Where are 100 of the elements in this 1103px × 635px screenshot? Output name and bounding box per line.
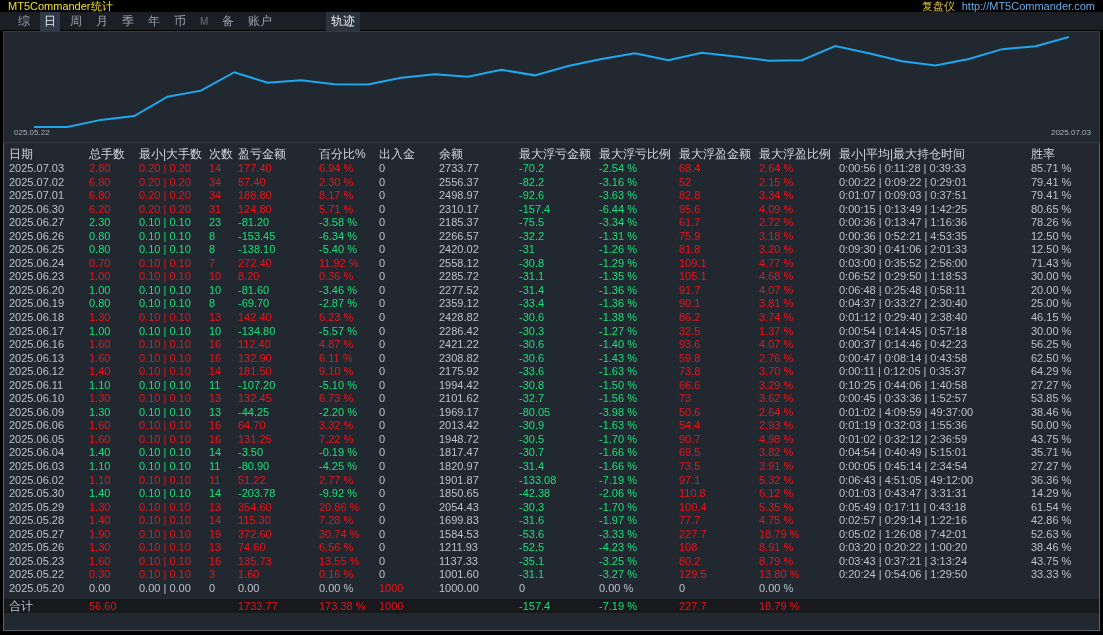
float-profit-pct-cell-text: 6.12 % (759, 487, 795, 501)
deposit-cell-text: 0 (379, 392, 387, 406)
float-profit-cell-text: 108 (679, 541, 699, 555)
float-profit-cell-text: 69.5 (679, 446, 702, 461)
deposit-cell-text: 0 (379, 365, 387, 379)
deposit-cell-text: 0 (379, 202, 387, 217)
deposit-cell-text: 0 (379, 283, 387, 298)
deposit-cell-text: 0 (379, 446, 387, 461)
deposit-cell-text: 0 (379, 270, 387, 284)
hold-time-cell-text: 0:06:52 | 0:29:50 | 1:18:53 (839, 270, 969, 284)
balance-cell-text: 1211.93 (439, 541, 479, 555)
win-rate-cell-text: 42.86 % (1031, 514, 1073, 528)
period-tab[interactable]: 日 (40, 11, 60, 31)
profit-cell-text: -80.90 (238, 460, 271, 474)
float-loss-pct-cell-text: -1.40 % (599, 338, 638, 352)
balance-cell-text: 2359.12 (439, 297, 480, 311)
date-cell-text: 2025.06.02 (9, 473, 66, 488)
period-tab[interactable]: 备 (218, 11, 239, 31)
profit-cell-text: 8.20 (238, 270, 261, 284)
lots-cell-text: 1.00 (89, 283, 112, 298)
float-profit-pct-cell-text: 13.80 % (759, 568, 801, 582)
period-tab[interactable]: 账户 (244, 11, 277, 31)
lots-cell-text: 2.80 (89, 162, 112, 176)
count-cell-text: 14 (209, 446, 223, 461)
lot-range-cell-text: 0.10 | 0.10 (139, 419, 192, 433)
count-cell-text: 8 (209, 243, 217, 257)
count-cell-text: 16 (209, 419, 223, 433)
float-loss-pct-cell-text: -1.97 % (599, 514, 638, 528)
period-tab[interactable]: 周 (66, 11, 86, 31)
period-tab[interactable]: 年 (144, 11, 164, 31)
float-loss-pct-cell-text: -1.70 % (599, 432, 638, 447)
float-profit-cell-text: 73 (679, 392, 693, 406)
float-profit-cell-text: 54.4 (679, 419, 702, 433)
float-profit-pct-cell-text: 3.62 % (759, 392, 795, 406)
percent-cell-text: 2.30 % (319, 175, 355, 190)
hold-time-cell-text: 0:00:11 | 0:12:05 | 0:35:37 (839, 365, 968, 379)
percent-cell-text: 4.87 % (319, 338, 355, 352)
start-date-label: 025.05.22 (14, 128, 50, 137)
hold-time-cell-text: 0:02:57 | 0:29:14 | 1:22:16 (839, 514, 969, 528)
lots-cell-text: 1.30 (89, 311, 112, 325)
balance-cell-text: 2498.97 (439, 189, 480, 203)
deposit-cell-text: 0 (379, 256, 387, 271)
float-loss-pct-cell-text: -3.63 % (599, 189, 638, 203)
deposit-cell-text: 0 (379, 189, 387, 203)
float-profit-pct-cell-text: 4.98 % (759, 432, 795, 447)
date-cell-text: 2025.06.19 (9, 297, 66, 311)
balance-cell-text: 2266.57 (439, 229, 480, 244)
float-profit-pct-cell-text: 4.77 % (759, 256, 795, 271)
count-cell-text: 14 (209, 514, 223, 528)
win-rate-cell-text: 35.71 % (1031, 446, 1073, 461)
float-loss-pct-cell-text: -7.19 % (599, 473, 638, 488)
balance-cell-text: 2310.17 (439, 202, 480, 217)
column-header: 最大浮盈比例 (759, 147, 832, 162)
percent-cell-text: 20.86 % (319, 500, 361, 515)
deposit-cell-text: 0 (379, 405, 387, 420)
period-tab[interactable]: 月 (92, 11, 112, 31)
balance-cell-text: 2285.72 (439, 270, 480, 284)
float-loss-cell-text: -133.08 (519, 473, 558, 488)
hold-time-cell-text: 0:00:36 | 0:52:21 | 4:53:35 (839, 229, 969, 244)
lots-cell-text: 0.30 (89, 568, 112, 582)
float-profit-pct-cell-text: 4.75 % (759, 514, 795, 528)
float-profit-cell-text: 52 (679, 175, 693, 190)
hold-time-cell-text: 0:20:24 | 0:54:06 | 1:29:50 (839, 568, 969, 582)
date-cell-text: 2025.06.24 (9, 256, 66, 271)
float-loss-cell-text: 0 (519, 581, 527, 596)
percent-cell-text: -0.19 % (319, 446, 358, 461)
balance-cell-text: 2733.77 (439, 162, 480, 176)
percent-cell-text: 6.94 % (319, 162, 355, 176)
track-button[interactable]: 轨迹 (326, 11, 361, 31)
period-tab[interactable]: 币 (170, 11, 190, 31)
lot-range-cell-text: 0.10 | 0.10 (139, 460, 192, 474)
deposit-cell-text: 0 (379, 541, 387, 555)
balance-cell-text: 2101.62 (439, 392, 480, 406)
website-link[interactable]: http://MT5Commander.com (961, 0, 1095, 12)
win-rate-cell-text: 79.41 % (1031, 175, 1073, 190)
column-header: 最小|大手数 (139, 147, 204, 162)
deposit-cell-text: 0 (379, 460, 387, 474)
float-loss-pct-cell-text: -1.66 % (599, 460, 638, 474)
lot-range-cell-text: 0.10 | 0.10 (139, 487, 192, 501)
hold-time-cell-text: 0:10:25 | 0:44:06 | 1:40:58 (839, 378, 969, 393)
float-profit-cell-text: 90.7 (679, 432, 702, 447)
float-loss-cell-text: -82.2 (519, 175, 546, 190)
float-loss-pct-cell-text: -1.43 % (599, 351, 638, 366)
float-loss-pct-cell-text: -3.16 % (599, 175, 638, 190)
count-cell-text: 8 (209, 229, 217, 244)
percent-cell-text: -2.20 % (319, 405, 358, 420)
period-tab[interactable]: 综 (14, 11, 34, 31)
hold-time-cell-text: 0:00:05 | 0:45:14 | 2:34:54 (839, 460, 969, 474)
float-loss-cell-text: -33.4 (519, 297, 546, 311)
count-cell-text: 14 (209, 162, 223, 176)
date-cell-text: 2025.06.06 (9, 419, 66, 433)
percent-cell-text: 7.28 % (319, 514, 355, 528)
lot-range-cell-text: 0.20 | 0.20 (139, 202, 192, 217)
percent-cell-text: 0.36 % (319, 270, 355, 284)
balance-cell-text: 1001.60 (439, 568, 480, 582)
count-cell-text: 14 (209, 365, 223, 379)
lots-cell-text: 1.40 (89, 446, 112, 461)
column-header: 最大浮亏比例 (599, 147, 672, 162)
float-loss-cell-text: -31.1 (519, 270, 546, 284)
period-tab[interactable]: 季 (118, 11, 138, 31)
